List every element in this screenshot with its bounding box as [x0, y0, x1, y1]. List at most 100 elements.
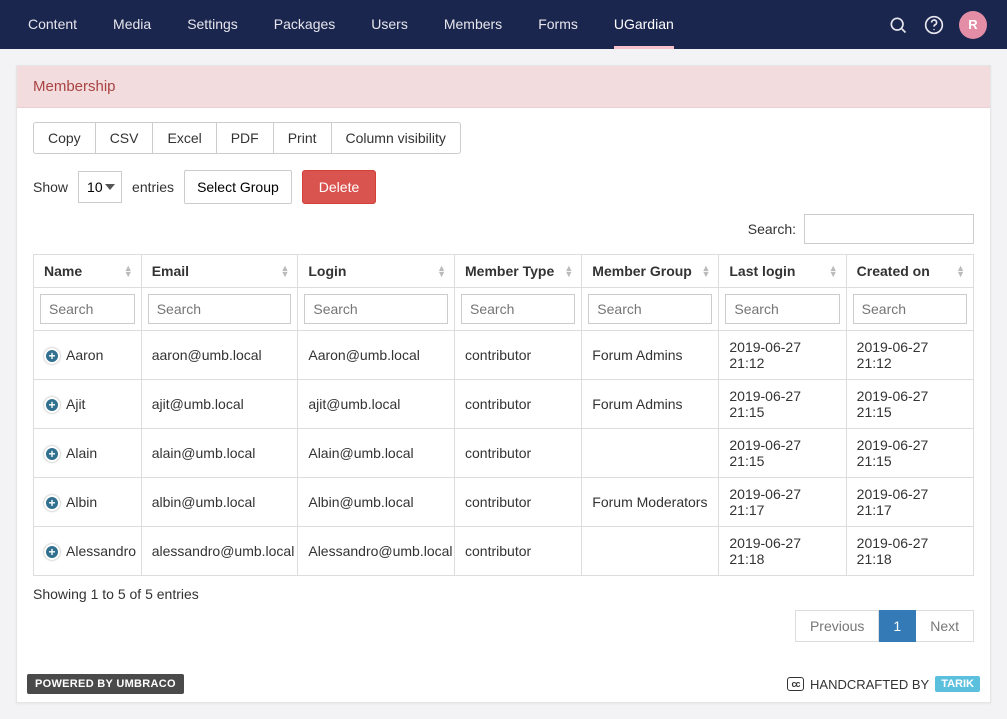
cc-icon: cc — [787, 677, 804, 691]
csv-button[interactable]: CSV — [96, 122, 154, 154]
filter-type[interactable] — [461, 294, 575, 324]
sort-icon: ▲▼ — [829, 265, 838, 277]
col-header-login[interactable]: Login▲▼ — [298, 255, 455, 288]
table-row: + Aaron aaron@umb.localAaron@umb.localcont… — [34, 331, 974, 380]
cell-group: Forum Moderators — [582, 478, 719, 527]
cell-type: contributor — [455, 380, 582, 429]
cell-email: alain@umb.local — [141, 429, 298, 478]
cell-group: Forum Admins — [582, 380, 719, 429]
nav-tab-packages[interactable]: Packages — [256, 0, 353, 49]
export-button-group: Copy CSV Excel PDF Print Column visibili… — [33, 122, 461, 154]
pdf-button[interactable]: PDF — [217, 122, 274, 154]
cell-name: + Aaron — [34, 331, 142, 380]
powered-by-badge: POWERED BY UMBRACO — [27, 674, 184, 694]
expand-icon[interactable]: + — [44, 544, 60, 560]
cell-type: contributor — [455, 527, 582, 576]
delete-button[interactable]: Delete — [302, 170, 376, 204]
sort-icon: ▲▼ — [437, 265, 446, 277]
expand-icon[interactable]: + — [44, 495, 60, 511]
cell-name: + Ajit — [34, 380, 142, 429]
cell-last: 2019-06-27 21:15 — [719, 429, 846, 478]
sort-icon: ▲▼ — [564, 265, 573, 277]
filter-created[interactable] — [853, 294, 967, 324]
sort-icon: ▲▼ — [280, 265, 289, 277]
filter-group[interactable] — [588, 294, 712, 324]
membership-card: Membership Copy CSV Excel PDF Print Colu… — [16, 65, 991, 703]
page-prev[interactable]: Previous — [795, 610, 879, 642]
cell-group — [582, 429, 719, 478]
row-name-text: Albin — [66, 494, 97, 510]
search-icon[interactable] — [887, 14, 909, 36]
cell-login: Alain@umb.local — [298, 429, 455, 478]
table-info: Showing 1 to 5 of 5 entries — [33, 576, 974, 606]
cell-email: alessandro@umb.local — [141, 527, 298, 576]
print-button[interactable]: Print — [274, 122, 332, 154]
cell-group — [582, 527, 719, 576]
card-title: Membership — [17, 66, 990, 108]
nav-tab-members[interactable]: Members — [426, 0, 520, 49]
expand-icon[interactable]: + — [44, 446, 60, 462]
cell-login: Aaron@umb.local — [298, 331, 455, 380]
cell-created: 2019-06-27 21:15 — [846, 429, 973, 478]
col-header-group[interactable]: Member Group▲▼ — [582, 255, 719, 288]
sort-icon: ▲▼ — [124, 265, 133, 277]
page-next[interactable]: Next — [916, 610, 974, 642]
filter-name[interactable] — [40, 294, 135, 324]
filter-email[interactable] — [148, 294, 292, 324]
members-table: Name▲▼ Email▲▼ Login▲▼ Member Type▲▼ Mem… — [33, 254, 974, 576]
expand-icon[interactable]: + — [44, 348, 60, 364]
cell-created: 2019-06-27 21:18 — [846, 527, 973, 576]
global-search-input[interactable] — [804, 214, 974, 244]
cell-created: 2019-06-27 21:15 — [846, 380, 973, 429]
page-length-select[interactable]: 10 — [78, 171, 122, 203]
table-row: +Alainalain@umb.localAlain@umb.localcont… — [34, 429, 974, 478]
nav-tab-users[interactable]: Users — [353, 0, 426, 49]
pagination: Previous 1 Next — [33, 606, 974, 658]
cell-type: contributor — [455, 331, 582, 380]
excel-button[interactable]: Excel — [153, 122, 216, 154]
col-header-name[interactable]: Name▲▼ — [34, 255, 142, 288]
cell-email: albin@umb.local — [141, 478, 298, 527]
length-entries-label: entries — [132, 179, 174, 195]
footer: POWERED BY UMBRACO cc HANDCRAFTED BY TAR… — [17, 666, 990, 702]
nav-tab-media[interactable]: Media — [95, 0, 169, 49]
col-header-created[interactable]: Created on▲▼ — [846, 255, 973, 288]
filter-login[interactable] — [304, 294, 448, 324]
cell-last: 2019-06-27 21:17 — [719, 478, 846, 527]
avatar[interactable]: R — [959, 11, 987, 39]
copy-button[interactable]: Copy — [33, 122, 96, 154]
filter-last[interactable] — [725, 294, 839, 324]
help-icon[interactable] — [923, 14, 945, 36]
nav-tab-content[interactable]: Content — [10, 0, 95, 49]
col-header-email[interactable]: Email▲▼ — [141, 255, 298, 288]
nav-tab-forms[interactable]: Forms — [520, 0, 596, 49]
table-row: +Alessandroalessandro@umb.localAlessandr… — [34, 527, 974, 576]
sort-icon: ▲▼ — [701, 265, 710, 277]
col-header-last[interactable]: Last login▲▼ — [719, 255, 846, 288]
cell-type: contributor — [455, 429, 582, 478]
cell-name: +Alain — [34, 429, 142, 478]
cell-group: Forum Admins — [582, 331, 719, 380]
cell-type: contributor — [455, 478, 582, 527]
row-name-text: Aaron — [66, 347, 103, 363]
handcrafted-label: HANDCRAFTED BY — [810, 677, 929, 692]
top-nav: Content Media Settings Packages Users Me… — [0, 0, 1007, 49]
page-1[interactable]: 1 — [879, 610, 916, 642]
row-name-text: Alessandro — [66, 543, 136, 559]
cell-created: 2019-06-27 21:17 — [846, 478, 973, 527]
cell-last: 2019-06-27 21:12 — [719, 331, 846, 380]
select-group-button[interactable]: Select Group — [184, 170, 292, 204]
nav-tab-ugardian[interactable]: UGardian — [596, 0, 692, 49]
cell-name: + Albin — [34, 478, 142, 527]
length-show-label: Show — [33, 179, 68, 195]
table-row: +Albinalbin@umb.localAlbin@umb.localcont… — [34, 478, 974, 527]
row-name-text: Ajit — [66, 396, 85, 412]
expand-icon[interactable]: + — [44, 397, 60, 413]
column-visibility-button[interactable]: Column visibility — [332, 122, 461, 154]
nav-tab-settings[interactable]: Settings — [169, 0, 256, 49]
top-nav-tabs: Content Media Settings Packages Users Me… — [10, 0, 887, 49]
col-header-type[interactable]: Member Type▲▼ — [455, 255, 582, 288]
cell-email: aaron@umb.local — [141, 331, 298, 380]
author-tag: TARIK — [935, 676, 980, 692]
cell-email: ajit@umb.local — [141, 380, 298, 429]
